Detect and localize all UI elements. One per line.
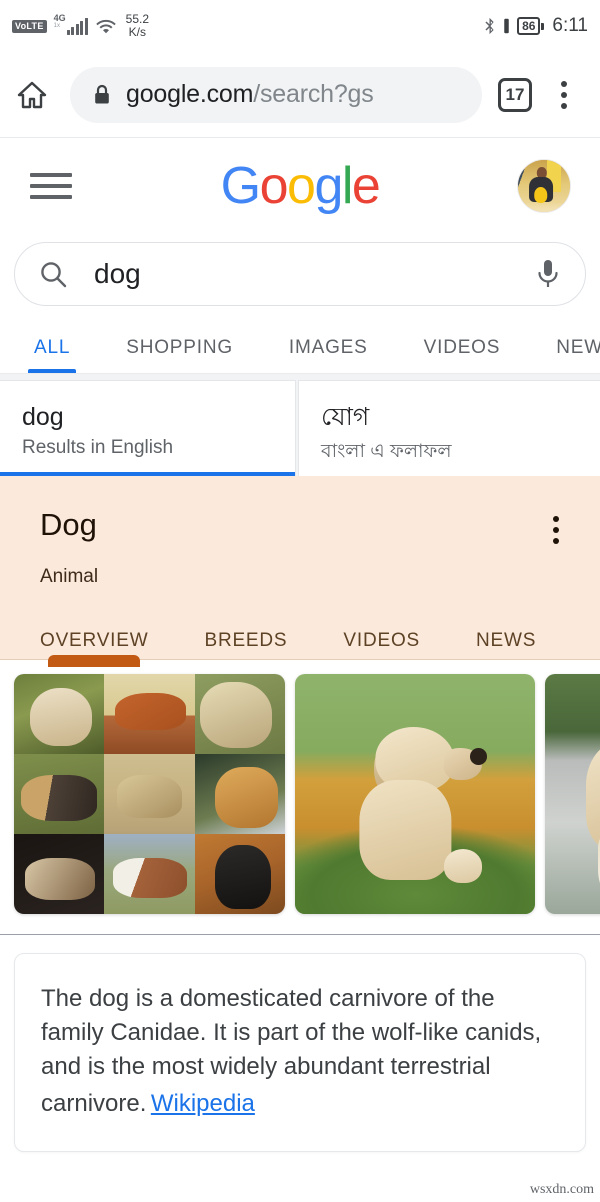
bluetooth-icon xyxy=(483,17,496,35)
vibrate-icon xyxy=(502,17,511,35)
url-text: google.com/search?gs xyxy=(126,80,374,109)
status-bar-left: VoLTE 4G 1x 55.2 K/s xyxy=(12,13,149,38)
tab-images[interactable]: IMAGES xyxy=(289,337,368,373)
language-card-bengali-title: যোগ xyxy=(321,403,370,431)
collage-cell xyxy=(14,754,105,834)
puppy-body xyxy=(359,779,451,881)
search-input[interactable]: dog xyxy=(94,260,533,288)
kp-tab-breeds[interactable]: BREEDS xyxy=(204,630,287,659)
description-text: The dog is a domesticated carnivore of t… xyxy=(41,985,542,1118)
lock-icon xyxy=(92,83,112,107)
knowledge-panel: Dog Animal OVERVIEW BREEDS VIDEOS NEWS xyxy=(0,476,600,667)
logo-letter-g2: g xyxy=(314,157,343,215)
knowledge-panel-header: Dog xyxy=(0,476,600,544)
address-bar[interactable]: google.com/search?gs xyxy=(70,66,482,123)
battery-tip xyxy=(541,22,545,30)
kp-tab-news[interactable]: NEWS xyxy=(476,630,536,659)
collage-cell xyxy=(194,674,285,754)
android-status-bar: VoLTE 4G 1x 55.2 K/s 86 6:11 xyxy=(0,0,600,52)
google-header: Google xyxy=(0,138,600,234)
tab-videos[interactable]: VIDEOS xyxy=(424,337,501,373)
golden-retriever-puppy-photo[interactable] xyxy=(295,674,535,914)
network-speed: 55.2 K/s xyxy=(126,13,149,38)
collage-cell xyxy=(194,754,285,834)
dog-breeds-collage[interactable] xyxy=(14,674,285,914)
collage-cell xyxy=(14,674,105,754)
logo-letter-g1: G xyxy=(220,157,261,215)
language-selector: dog Results in English যোগ বাংলা এ ফলাফল xyxy=(0,374,600,476)
avatar[interactable] xyxy=(518,160,570,212)
network-type-label: 4G xyxy=(53,13,66,23)
dog-path-image xyxy=(545,674,600,914)
logo-letter-o1: o xyxy=(259,157,289,215)
page-title: Dog xyxy=(40,507,97,542)
wifi-icon xyxy=(95,17,117,35)
knowledge-panel-image-strip xyxy=(0,660,600,930)
kp-overflow-menu-icon[interactable] xyxy=(540,508,572,544)
browser-toolbar: google.com/search?gs 17 xyxy=(0,52,600,138)
collage-cell xyxy=(104,674,195,754)
volte-icon: VoLTE xyxy=(12,19,47,33)
url-path: /search?gs xyxy=(253,80,374,108)
wikipedia-link[interactable]: Wikipedia xyxy=(151,1090,255,1118)
search-box-container: dog xyxy=(0,234,600,306)
status-bar-right: 86 6:11 xyxy=(483,15,588,37)
network-sub-label: 1x xyxy=(53,23,61,29)
puppy-paw xyxy=(443,849,483,883)
watermark: wsxdn.com xyxy=(529,1182,594,1197)
signal-bars xyxy=(66,18,88,35)
battery-icon: 86 xyxy=(517,17,545,35)
home-icon[interactable] xyxy=(16,79,48,111)
dog-body xyxy=(585,741,600,852)
logo-letter-o2: o xyxy=(287,157,316,215)
tab-switcher-button[interactable]: 17 xyxy=(498,77,532,112)
knowledge-panel-tabs: OVERVIEW BREEDS VIDEOS NEWS xyxy=(0,588,600,667)
logo-letter-e: e xyxy=(351,157,381,215)
collage-cell xyxy=(14,834,105,914)
language-card-bengali-subtitle: বাংলা এ ফলাফল xyxy=(321,440,452,462)
tab-shopping[interactable]: SHOPPING xyxy=(126,337,233,373)
google-logo: Google xyxy=(0,156,600,216)
overflow-menu-icon[interactable] xyxy=(544,80,584,109)
kp-tab-overview[interactable]: OVERVIEW xyxy=(40,630,148,667)
language-card-english[interactable]: dog Results in English xyxy=(0,380,297,476)
network-speed-unit: K/s xyxy=(128,25,147,39)
logo-letter-l: l xyxy=(341,157,354,215)
avatar-held-object xyxy=(534,187,548,203)
language-card-bengali[interactable]: যোগ বাংলা এ ফলাফল xyxy=(298,380,600,476)
battery-level: 86 xyxy=(517,17,541,35)
dog-on-path-photo[interactable] xyxy=(545,674,600,914)
collage-cell xyxy=(104,754,195,834)
collage-grid xyxy=(14,674,285,914)
kp-tab-videos[interactable]: VIDEOS xyxy=(343,630,420,659)
tab-news[interactable]: NEWS xyxy=(556,337,600,373)
avatar-foreground xyxy=(518,202,570,212)
search-result-tabs: ALL SHOPPING IMAGES VIDEOS NEWS xyxy=(0,306,600,374)
knowledge-panel-subtitle: Animal xyxy=(40,566,99,587)
language-card-english-subtitle: Results in English xyxy=(22,436,174,458)
tab-all[interactable]: ALL xyxy=(27,337,77,373)
description-container: The dog is a domesticated carnivore of t… xyxy=(0,935,600,1153)
language-card-english-title: dog xyxy=(22,403,64,431)
collage-cell xyxy=(194,834,285,914)
search-icon xyxy=(37,258,69,290)
puppy-image xyxy=(295,674,535,914)
collage-cell xyxy=(104,834,195,914)
search-box[interactable]: dog xyxy=(14,242,586,306)
description-card: The dog is a domesticated carnivore of t… xyxy=(14,953,586,1153)
cellular-signal-icon: 4G 1x xyxy=(53,13,88,35)
url-domain: google.com xyxy=(126,80,254,108)
microphone-icon[interactable] xyxy=(533,257,563,291)
clock: 6:11 xyxy=(552,15,588,36)
puppy-nose xyxy=(470,748,487,766)
hamburger-menu-icon[interactable] xyxy=(30,173,72,199)
